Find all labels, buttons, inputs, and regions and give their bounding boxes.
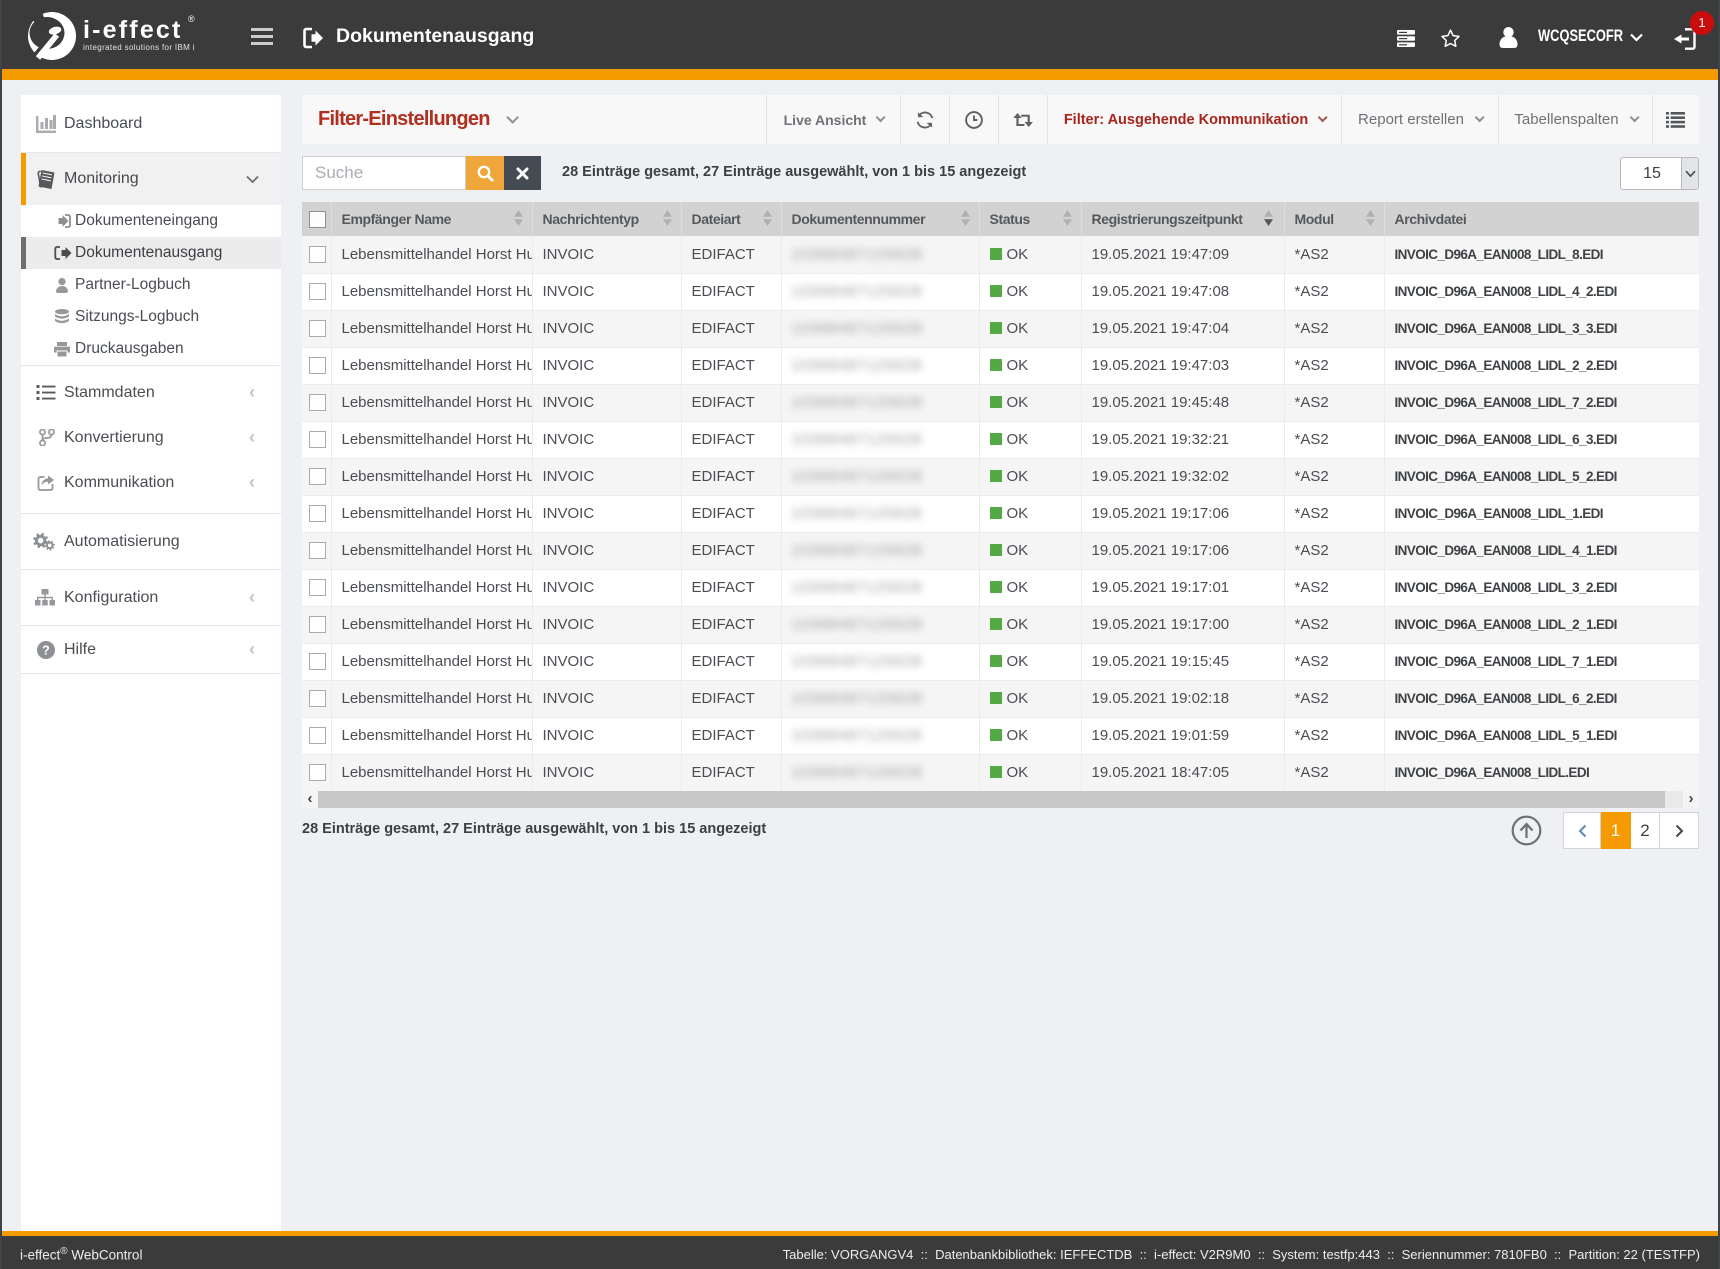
svg-text:?: ? — [42, 643, 50, 657]
